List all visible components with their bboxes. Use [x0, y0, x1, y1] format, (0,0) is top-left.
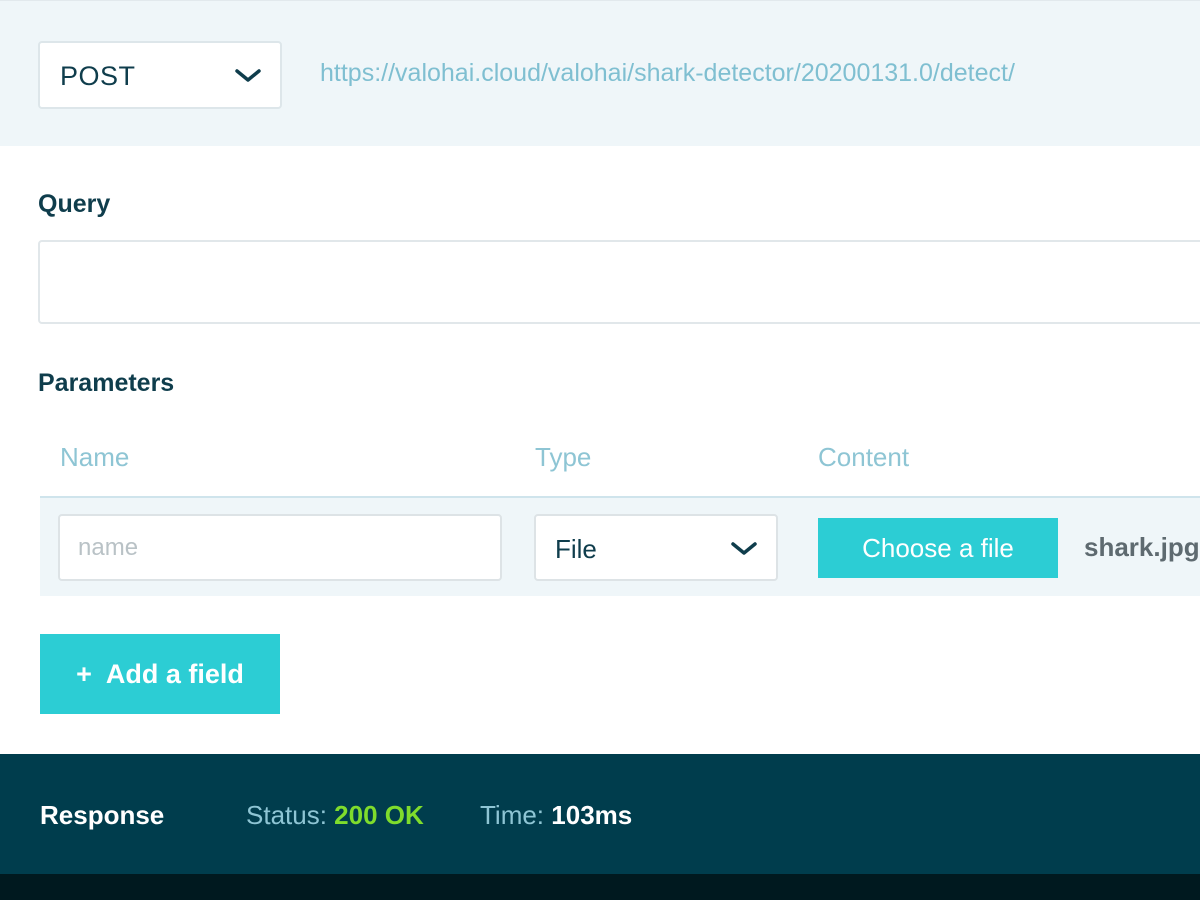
method-value: POST	[60, 61, 136, 91]
parameters-label: Parameters	[38, 369, 175, 397]
method-select[interactable]: POST	[38, 41, 282, 109]
chevron-down-icon	[234, 68, 262, 84]
param-type-select[interactable]: File	[534, 514, 778, 581]
request-bar: POST https://valohai.cloud/valohai/shark…	[0, 0, 1200, 146]
response-time: Time: 103ms	[480, 800, 632, 831]
parameter-row: File Choose a file shark.jpg	[40, 496, 1200, 596]
param-name-input[interactable]	[58, 514, 502, 581]
selected-file-name: shark.jpg	[1084, 532, 1200, 562]
column-header-type: Type	[535, 442, 592, 472]
param-type-value: File	[555, 534, 597, 564]
choose-file-button[interactable]: Choose a file	[818, 518, 1058, 578]
time-value: 103ms	[551, 800, 633, 830]
query-label: Query	[38, 190, 111, 218]
bottom-strip	[0, 874, 1200, 900]
response-bar: Response Status: 200 OK Time: 103ms	[0, 754, 1200, 874]
add-field-label: Add a field	[105, 658, 244, 689]
add-field-button[interactable]: + Add a field	[40, 634, 280, 714]
time-label: Time:	[480, 800, 545, 830]
column-header-content: Content	[818, 442, 910, 472]
query-input[interactable]	[38, 240, 1200, 324]
endpoint-url[interactable]: https://valohai.cloud/valohai/shark-dete…	[320, 59, 1015, 88]
status-value: 200 OK	[334, 800, 424, 830]
status-label: Status:	[246, 800, 327, 830]
response-status: Status: 200 OK	[246, 800, 424, 831]
column-header-name: Name	[60, 442, 130, 472]
chevron-down-icon	[730, 541, 758, 557]
response-title: Response	[40, 800, 165, 830]
plus-icon: +	[76, 658, 92, 689]
